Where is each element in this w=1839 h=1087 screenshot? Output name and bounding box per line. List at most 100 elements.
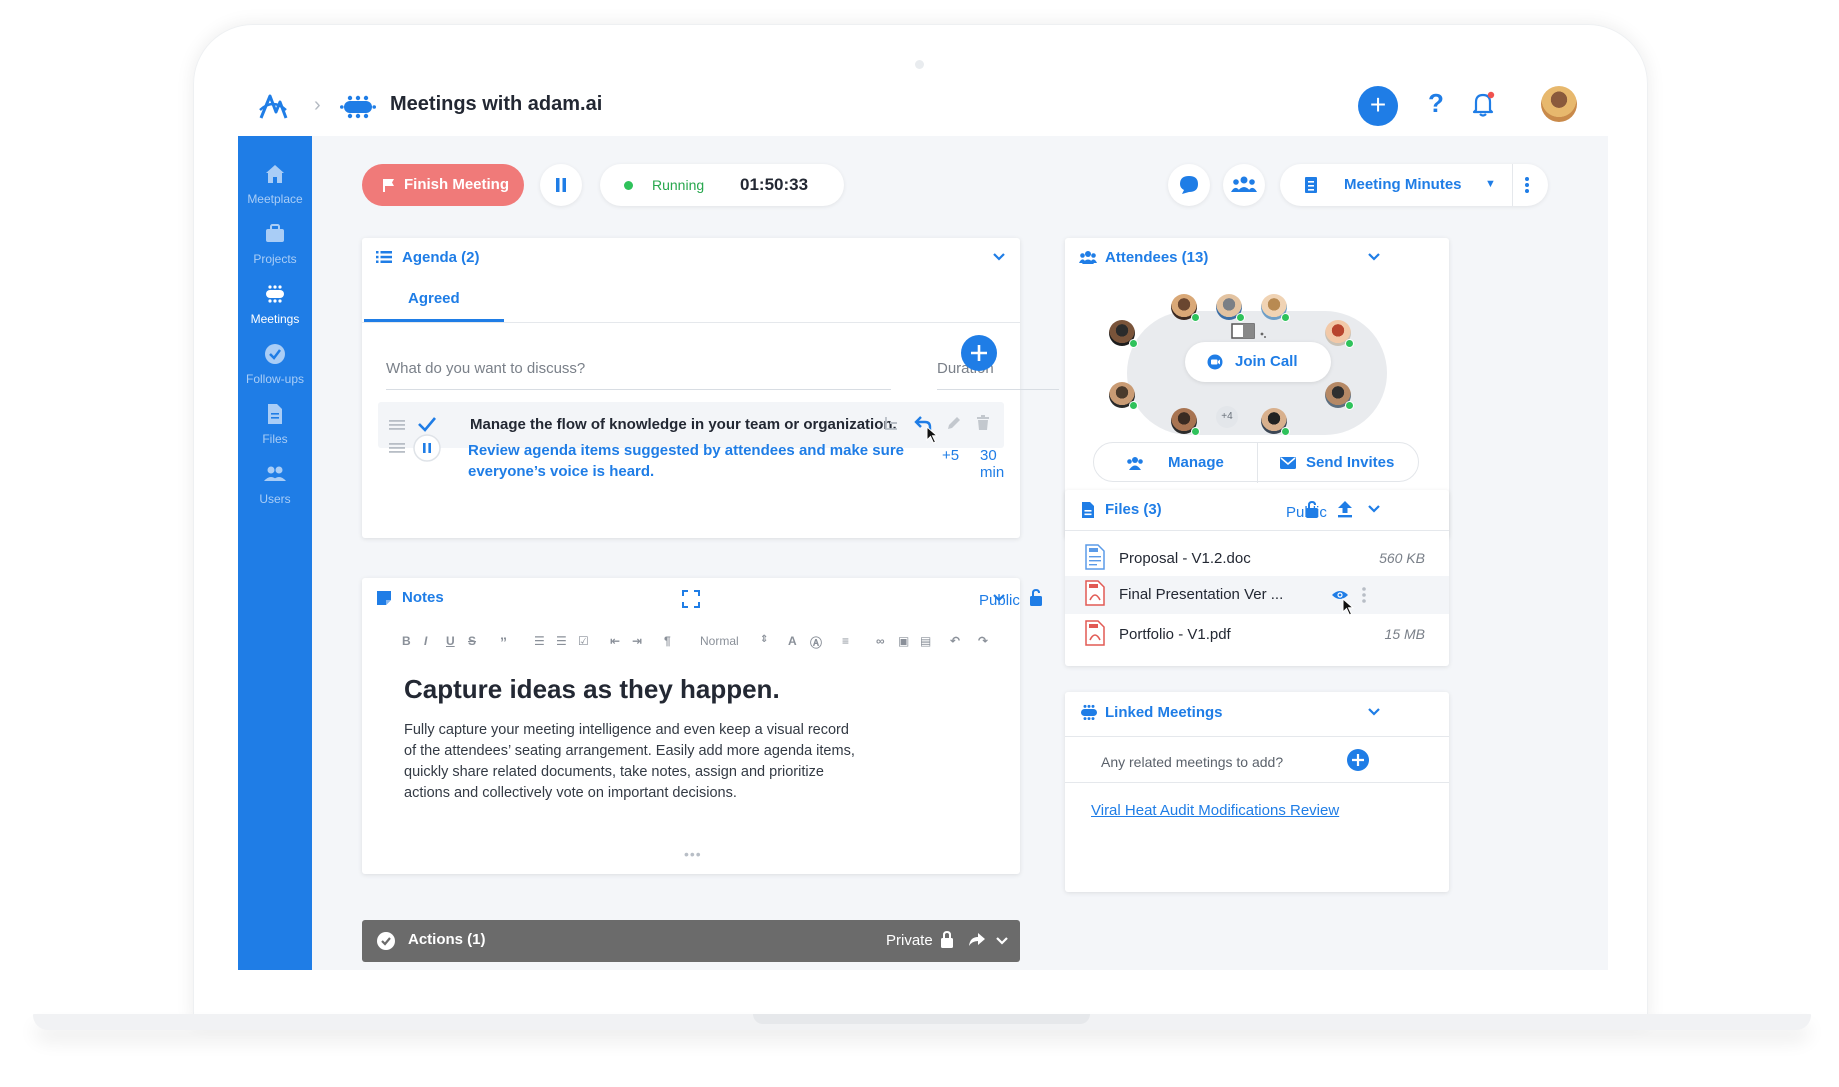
sidebar-item-files[interactable]: Files (238, 402, 312, 446)
text-color-icon[interactable]: A (788, 634, 797, 648)
attendee-avatar[interactable] (1216, 294, 1245, 322)
more-vertical-icon[interactable] (1524, 176, 1530, 194)
files-card: Files (3) Public Proposal - V1.2.doc 560… (1065, 490, 1449, 666)
attendee-avatar[interactable] (1261, 408, 1290, 436)
meeting-status: Running 01:50:33 (600, 164, 844, 206)
attendee-avatar[interactable] (1261, 294, 1290, 322)
bullet-list-icon[interactable]: ☰ (556, 634, 567, 648)
finish-meeting-button[interactable]: Finish Meeting (362, 164, 524, 206)
file-size: 560 KB (1379, 550, 1425, 566)
more-vertical-icon[interactable] (1361, 586, 1367, 604)
video-icon[interactable]: ▤ (920, 634, 931, 648)
meeting-timer: 01:50:33 (740, 175, 809, 194)
italic-icon[interactable]: I (424, 634, 427, 648)
redo-icon[interactable]: ↷ (978, 634, 988, 648)
image-icon[interactable]: ▣ (898, 634, 909, 648)
actions-visibility[interactable]: Private (886, 932, 933, 949)
attendee-avatar[interactable] (1171, 294, 1200, 322)
file-row[interactable]: Proposal - V1.2.doc 560 KB (1065, 540, 1449, 576)
file-row[interactable]: Portfolio - V1.pdf 15 MB (1065, 616, 1449, 652)
help-icon[interactable]: ? (1428, 88, 1444, 119)
flag-icon (383, 179, 394, 192)
sidebar-item-users[interactable]: Users (238, 462, 312, 506)
chevron-down-icon[interactable] (992, 593, 1006, 603)
linked-meeting-link[interactable]: Viral Heat Audit Modifications Review (1091, 802, 1339, 819)
users-icon (1231, 176, 1257, 192)
send-invites-button[interactable]: Send Invites (1306, 454, 1394, 471)
quote-icon[interactable]: ” (500, 634, 507, 650)
upload-icon[interactable] (1337, 500, 1353, 518)
agenda-topic-input[interactable]: What do you want to discuss? (386, 360, 891, 390)
outdent-icon[interactable]: ⇤ (610, 634, 620, 648)
ordered-list-icon[interactable]: ☰ (534, 634, 545, 648)
sidebar-item-follow-ups[interactable]: Follow-ups (238, 342, 312, 386)
manage-button[interactable]: Manage (1168, 454, 1224, 471)
resize-handle[interactable]: ••• (684, 846, 702, 862)
file-icon (268, 404, 282, 424)
join-call-button[interactable]: Join Call (1185, 342, 1331, 382)
style-select[interactable]: Normal (700, 634, 739, 648)
attendee-avatar[interactable] (1325, 320, 1354, 348)
sidebar-item-projects[interactable]: Projects (238, 222, 312, 266)
sidebar-item-meetings[interactable]: Meetings (238, 282, 312, 326)
file-icon (1082, 502, 1094, 518)
notes-body[interactable]: Fully capture your meeting intelligence … (404, 720, 864, 804)
chevron-down-icon[interactable] (1367, 504, 1381, 514)
bold-icon[interactable]: B (402, 634, 411, 648)
tab-agreed[interactable]: Agreed (408, 290, 460, 307)
undo-icon[interactable]: ↶ (950, 634, 960, 648)
laptop-mockup: › Meetings with adam.ai + ? Meetplace Pr… (0, 0, 1839, 1087)
chat-button[interactable] (1168, 164, 1210, 206)
chevron-down-icon[interactable] (992, 252, 1006, 262)
pause-button[interactable] (540, 164, 582, 206)
drag-handle-icon[interactable] (389, 419, 405, 431)
bell-icon[interactable] (1470, 90, 1496, 118)
more-attendees-badge[interactable]: +4 (1216, 406, 1238, 428)
trash-icon[interactable] (976, 415, 990, 431)
add-linked-meeting-button[interactable] (1346, 748, 1370, 772)
agenda-item-text[interactable]: Review agenda items suggested by attende… (468, 440, 938, 482)
unlock-icon[interactable] (1305, 501, 1319, 518)
user-avatar[interactable] (1541, 86, 1577, 122)
sidebar-item-meetplace[interactable]: Meetplace (238, 162, 312, 206)
online-dot (1281, 427, 1290, 436)
agenda-item-votes[interactable]: +5 (942, 447, 959, 464)
align-icon[interactable]: ≡ (842, 634, 849, 648)
expand-icon[interactable] (682, 590, 700, 608)
divider (1065, 736, 1449, 737)
subitem-icon[interactable] (884, 416, 898, 432)
highlight-icon[interactable]: Ⓐ (810, 634, 822, 651)
attendee-avatar[interactable] (1109, 320, 1138, 348)
select-arrows-icon[interactable]: ⇕ (760, 634, 768, 645)
caret-down-icon: ▼ (1485, 178, 1496, 190)
chevron-down-icon[interactable] (995, 936, 1009, 946)
link-icon[interactable]: ∞ (876, 634, 885, 648)
add-button[interactable]: + (1358, 86, 1398, 126)
chevron-down-icon[interactable] (1367, 707, 1381, 717)
drag-handle-icon[interactable] (389, 442, 405, 454)
attendee-avatar[interactable] (1325, 382, 1354, 410)
strikethrough-icon[interactable]: S (468, 634, 476, 648)
participants-button[interactable] (1223, 164, 1265, 206)
notes-heading[interactable]: Capture ideas as they happen. (404, 674, 780, 705)
text-direction-icon[interactable]: ¶ (664, 634, 671, 648)
chevron-down-icon[interactable] (1367, 252, 1381, 262)
edit-icon[interactable] (946, 415, 962, 431)
underline-icon[interactable]: U (446, 634, 455, 648)
meeting-minutes-dropdown[interactable]: Meeting Minutes ▼ (1280, 164, 1548, 206)
checklist-icon[interactable]: ☑ (578, 634, 589, 648)
add-agenda-button[interactable] (960, 334, 998, 372)
pause-icon[interactable] (413, 434, 441, 462)
agenda-duration-input[interactable]: Duration (937, 360, 1059, 390)
linked-meetings-input[interactable]: Any related meetings to add? (1101, 754, 1283, 770)
adam-logo-icon[interactable] (256, 90, 290, 124)
actions-bar[interactable]: Actions (1) Private (362, 920, 1020, 962)
check-icon[interactable] (417, 415, 437, 433)
attendee-avatar[interactable] (1109, 382, 1138, 410)
lock-icon[interactable] (940, 931, 954, 948)
file-row[interactable]: Final Presentation Ver ... (1065, 576, 1449, 616)
attendee-avatar[interactable] (1171, 408, 1200, 436)
unlock-icon[interactable] (1029, 589, 1043, 606)
share-icon[interactable] (968, 932, 986, 948)
indent-icon[interactable]: ⇥ (632, 634, 642, 648)
